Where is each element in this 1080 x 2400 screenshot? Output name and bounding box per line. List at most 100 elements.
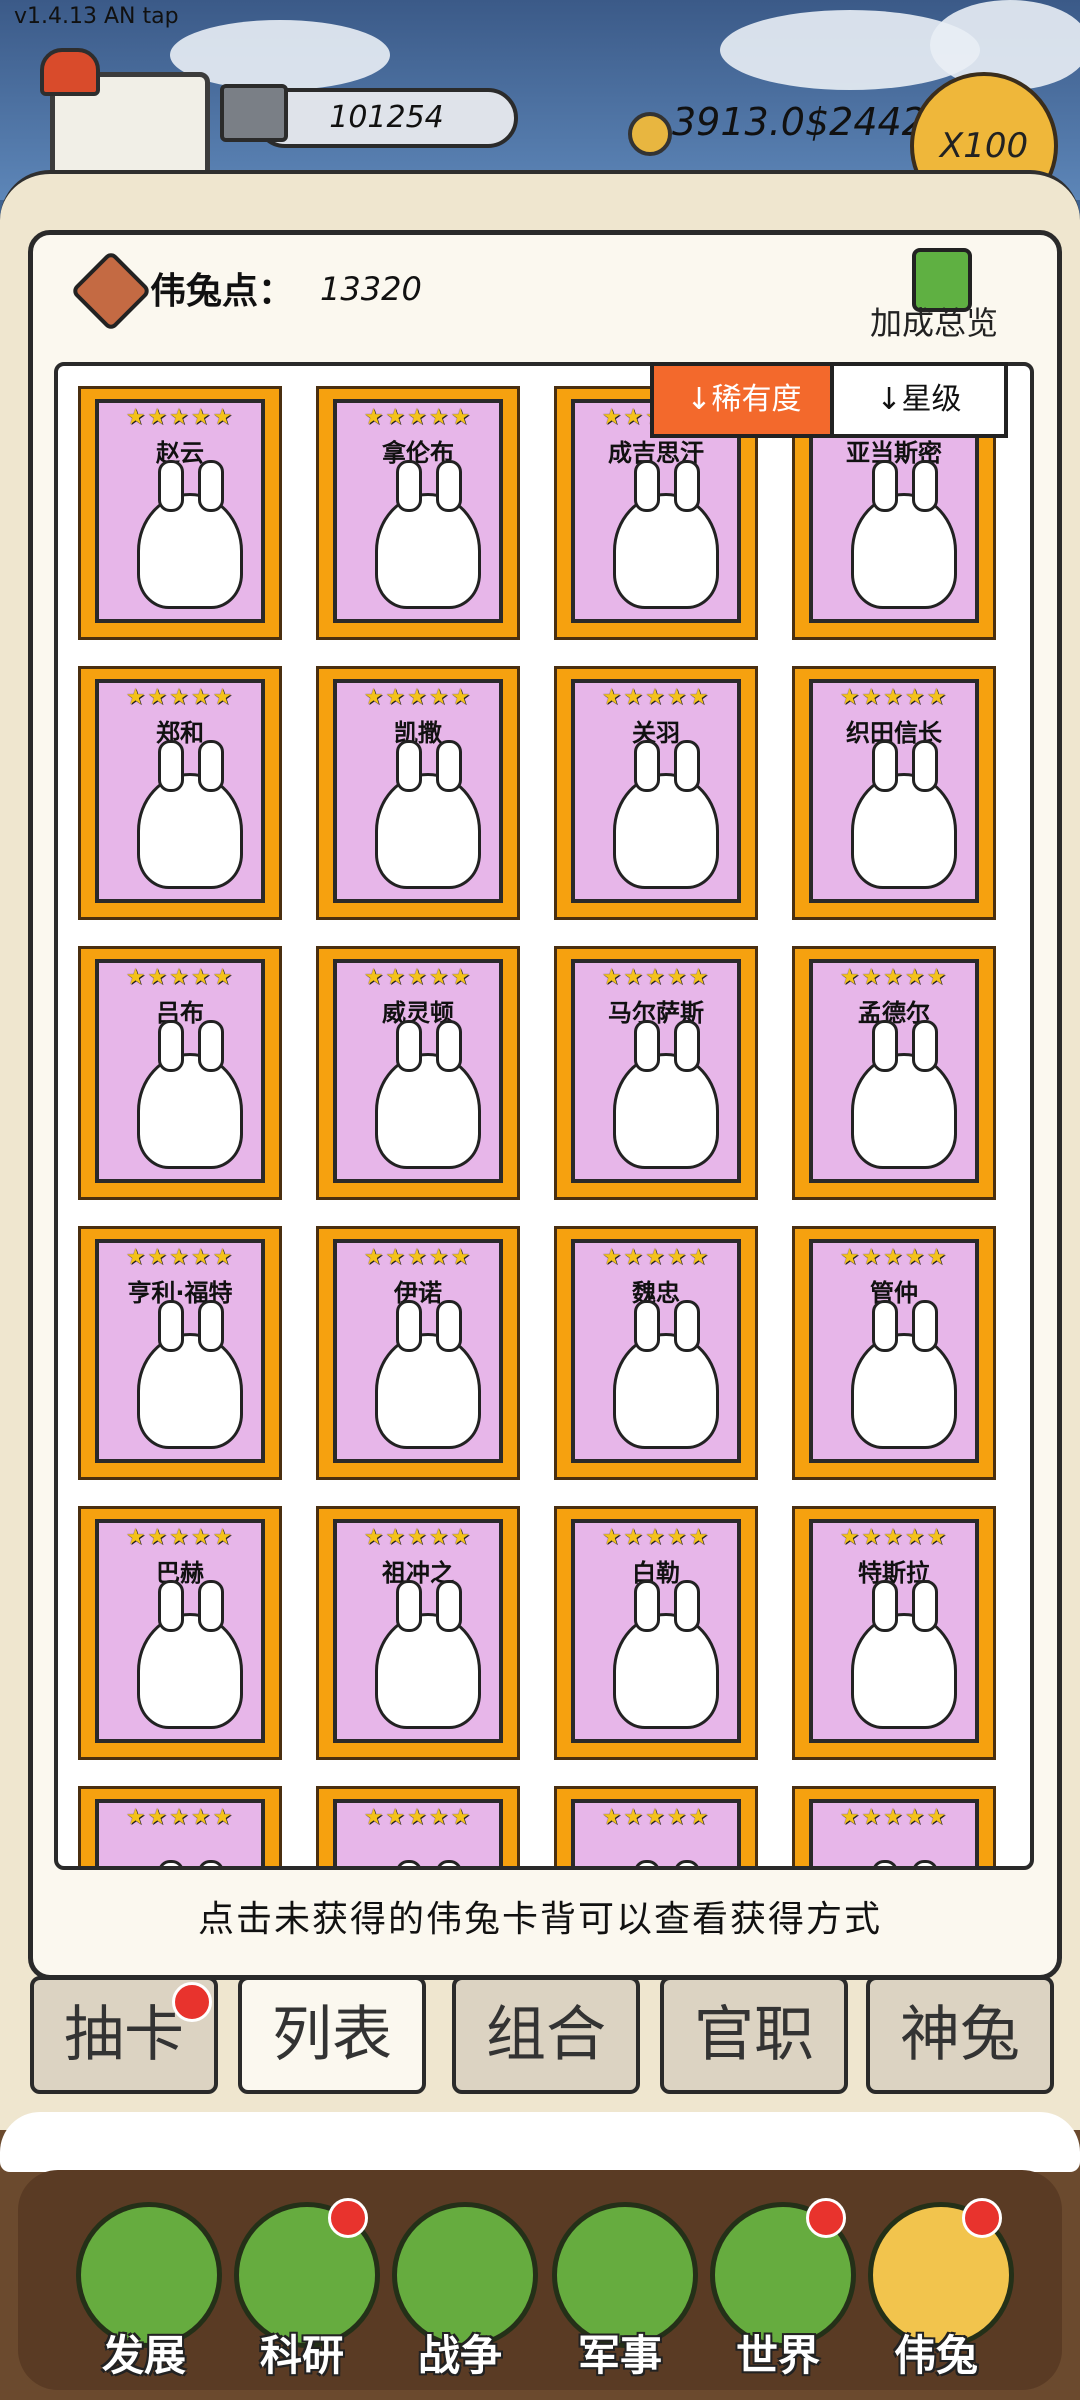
ear bbox=[436, 1020, 462, 1072]
hero-card[interactable]: ★★★★★ bbox=[78, 1786, 282, 1866]
notification-dot bbox=[172, 1982, 212, 2022]
card-stars: ★★★★★ bbox=[125, 405, 235, 430]
hero-card[interactable]: ★★★★★ 威灵顿 bbox=[316, 946, 520, 1200]
card-stars: ★★★★★ bbox=[363, 1245, 473, 1270]
card-stars: ★★★★★ bbox=[601, 1245, 711, 1270]
ear bbox=[634, 1860, 660, 1866]
version-label: v1.4.13 AN tap bbox=[14, 4, 179, 29]
tab-combo[interactable]: 组合 bbox=[452, 1976, 640, 2094]
card-art: ★★★★★ 拿伦布 bbox=[333, 399, 503, 623]
hero-card[interactable]: ★★★★★ 赵云 bbox=[78, 386, 282, 640]
card-stars: ★★★★★ bbox=[839, 1805, 949, 1830]
card-art: ★★★★★ 赵云 bbox=[95, 399, 265, 623]
ear bbox=[396, 740, 422, 792]
ear bbox=[634, 1300, 660, 1352]
nav-war[interactable]: 战争 bbox=[380, 2322, 540, 2383]
ear bbox=[872, 1020, 898, 1072]
bonus-overview-button[interactable]: 加成总览 bbox=[870, 298, 998, 344]
card-grid[interactable]: ★★★★★赵云★★★★★拿伦布★★★★★成吉思汗★★★★★亚当斯密★★★★★郑和… bbox=[54, 362, 1034, 1870]
bunny-icon bbox=[137, 1580, 243, 1729]
hero-card[interactable]: ★★★★★ bbox=[554, 1786, 758, 1866]
hero-card[interactable]: ★★★★★ 织田信长 bbox=[792, 666, 996, 920]
gold-amount: 3913.0$2442 bbox=[672, 100, 926, 144]
hero-card[interactable]: ★★★★★ bbox=[316, 1786, 520, 1866]
hero-card[interactable]: ★★★★★ 亨利·福特 bbox=[78, 1226, 282, 1480]
coin-icon bbox=[628, 112, 672, 156]
nav-research[interactable]: 科研 bbox=[222, 2322, 382, 2383]
ear bbox=[674, 1020, 700, 1072]
card-stars: ★★★★★ bbox=[839, 1525, 949, 1550]
ear bbox=[198, 1860, 224, 1866]
bunny-icon bbox=[375, 740, 481, 889]
card-art: ★★★★★ 织田信长 bbox=[809, 679, 979, 903]
nav-rabbit[interactable]: 伟兔 bbox=[856, 2322, 1016, 2383]
silver-amount: 101254 bbox=[255, 88, 518, 148]
hero-card[interactable]: ★★★★★ 魏忠 bbox=[554, 1226, 758, 1480]
tab-divine[interactable]: 神兔 bbox=[866, 1976, 1054, 2094]
card-art: ★★★★★ 凯撒 bbox=[333, 679, 503, 903]
bunny-icon bbox=[851, 740, 957, 889]
bunny-icon bbox=[851, 1300, 957, 1449]
ear bbox=[912, 1580, 938, 1632]
hero-card[interactable]: ★★★★★ 巴赫 bbox=[78, 1506, 282, 1760]
ear bbox=[912, 460, 938, 512]
hero-card[interactable]: ★★★★★ 祖冲之 bbox=[316, 1506, 520, 1760]
tab-list[interactable]: 列表 bbox=[238, 1976, 426, 2094]
card-art: ★★★★★ bbox=[809, 1799, 979, 1866]
card-art: ★★★★★ 祖冲之 bbox=[333, 1519, 503, 1743]
card-stars: ★★★★★ bbox=[601, 965, 711, 990]
ear bbox=[634, 460, 660, 512]
ear bbox=[436, 1300, 462, 1352]
notification-dot bbox=[962, 2198, 1002, 2238]
hero-card[interactable]: ★★★★★ 吕布 bbox=[78, 946, 282, 1200]
bunny-icon bbox=[613, 1020, 719, 1169]
hero-card[interactable]: ★★★★★ 伊诺 bbox=[316, 1226, 520, 1480]
card-art: ★★★★★ 关羽 bbox=[571, 679, 741, 903]
card-art: ★★★★★ 巴赫 bbox=[95, 1519, 265, 1743]
ear bbox=[158, 460, 184, 512]
ear bbox=[436, 1860, 462, 1866]
hero-card[interactable]: ★★★★★ bbox=[792, 1786, 996, 1866]
ear bbox=[872, 1580, 898, 1632]
card-stars: ★★★★★ bbox=[363, 1805, 473, 1830]
crown-icon bbox=[40, 48, 100, 96]
tab-office[interactable]: 官职 bbox=[660, 1976, 848, 2094]
hero-card[interactable]: ★★★★★ 管仲 bbox=[792, 1226, 996, 1480]
ear bbox=[198, 1580, 224, 1632]
ear bbox=[158, 1860, 184, 1866]
hero-card[interactable]: ★★★★★ 郑和 bbox=[78, 666, 282, 920]
card-stars: ★★★★★ bbox=[125, 965, 235, 990]
hero-card[interactable]: ★★★★★ 拿伦布 bbox=[316, 386, 520, 640]
hint-text: 点击未获得的伟兔卡背可以查看获得方式 bbox=[197, 1899, 882, 1940]
bunny-icon bbox=[851, 1020, 957, 1169]
ear bbox=[158, 740, 184, 792]
nav-world[interactable]: 世界 bbox=[698, 2322, 858, 2383]
ear bbox=[912, 1860, 938, 1866]
bunny-icon bbox=[137, 740, 243, 889]
ear bbox=[634, 740, 660, 792]
bunny-icon bbox=[137, 1020, 243, 1169]
card-stars: ★★★★★ bbox=[363, 405, 473, 430]
hero-card[interactable]: ★★★★★ 特斯拉 bbox=[792, 1506, 996, 1760]
card-art: ★★★★★ 特斯拉 bbox=[809, 1519, 979, 1743]
bunny-icon bbox=[613, 1300, 719, 1449]
ear bbox=[872, 460, 898, 512]
bunny-icon bbox=[851, 1580, 957, 1729]
card-stars: ★★★★★ bbox=[125, 1525, 235, 1550]
hero-card[interactable]: ★★★★★ 凯撒 bbox=[316, 666, 520, 920]
hero-card[interactable]: ★★★★★ 白勒 bbox=[554, 1506, 758, 1760]
sort-star-button[interactable]: ↓星级 bbox=[830, 362, 1008, 438]
hero-card[interactable]: ★★★★★ 关羽 bbox=[554, 666, 758, 920]
nav-develop[interactable]: 发展 bbox=[64, 2322, 224, 2383]
card-art: ★★★★★ 威灵顿 bbox=[333, 959, 503, 1183]
sort-rarity-button[interactable]: ↓稀有度 bbox=[650, 362, 838, 438]
card-art: ★★★★★ bbox=[333, 1799, 503, 1866]
ear bbox=[436, 460, 462, 512]
notification-dot bbox=[806, 2198, 846, 2238]
hero-card[interactable]: ★★★★★ 马尔萨斯 bbox=[554, 946, 758, 1200]
ear bbox=[198, 740, 224, 792]
nav-military[interactable]: 军事 bbox=[540, 2322, 700, 2383]
hero-card[interactable]: ★★★★★ 孟德尔 bbox=[792, 946, 996, 1200]
bunny-icon bbox=[613, 1580, 719, 1729]
card-stars: ★★★★★ bbox=[601, 1805, 711, 1830]
